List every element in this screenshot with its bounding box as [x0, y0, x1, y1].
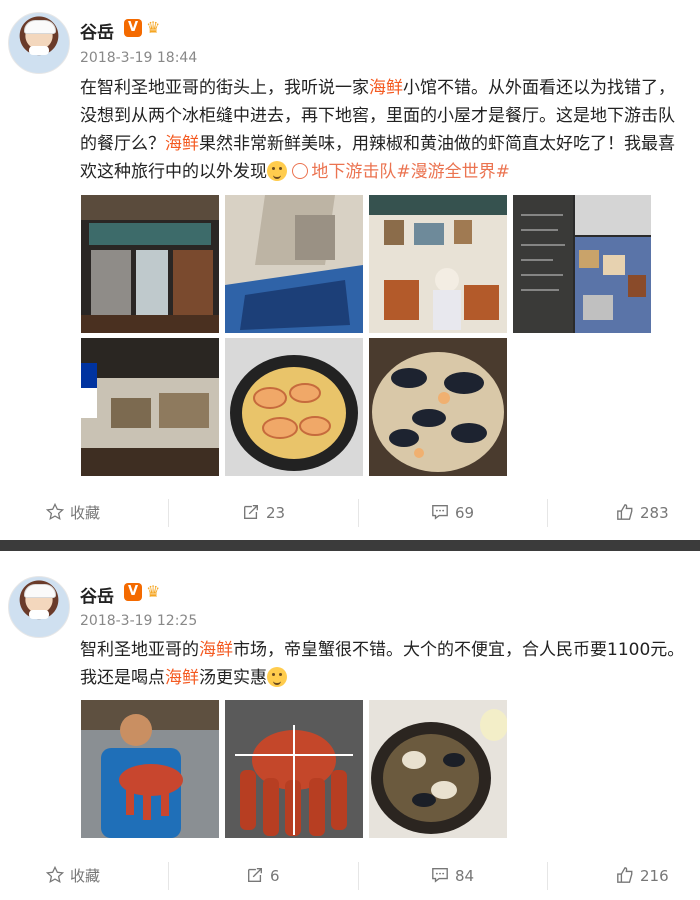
photo-bar-flag[interactable] [81, 338, 219, 476]
highlight-keyword[interactable]: 海鲜 [165, 134, 199, 154]
crown-icon: ♛ [146, 18, 161, 37]
like-button[interactable]: 216 [616, 852, 669, 900]
highlight-keyword[interactable]: 海鲜 [165, 668, 199, 688]
photo-restaurant-front[interactable] [81, 195, 219, 333]
like-count: 216 [640, 867, 669, 885]
repost-button[interactable]: 23 [242, 489, 285, 537]
avatar[interactable] [8, 12, 70, 74]
post-time[interactable]: 2018-3-19 12:25 [80, 613, 197, 629]
text-part: 汤更实惠 [199, 668, 267, 688]
post-actions: 收藏 6 84 216 [0, 852, 700, 900]
like-button[interactable]: 283 [616, 489, 669, 537]
topic-text: 地下游击队#漫游全世界# [311, 162, 510, 182]
post-text: 在智利圣地亚哥的街头上，我听说一家海鲜小馆不错。从外面看还以为找错了，没想到从两… [80, 74, 690, 186]
photo-king-crab[interactable] [225, 700, 363, 838]
thumbs-up-icon [617, 867, 633, 883]
photo-man-holding-crab[interactable] [81, 700, 219, 838]
comment-count: 84 [455, 867, 475, 885]
highlight-keyword[interactable]: 海鲜 [369, 78, 403, 98]
photo-cellar-stairs[interactable] [225, 195, 363, 333]
photo-seafood-soup[interactable] [369, 700, 507, 838]
text-part: 智利圣地亚哥的 [80, 640, 199, 660]
laugh-emoji-icon [267, 667, 287, 687]
post-time[interactable]: 2018-3-19 18:44 [80, 50, 197, 66]
post-actions: 收藏 23 69 283 [0, 489, 700, 537]
star-icon [46, 866, 64, 883]
star-icon [46, 503, 64, 520]
comment-count: 69 [455, 504, 475, 522]
repost-icon [248, 868, 262, 882]
topic-link[interactable]: 地下游击队#漫游全世界# [292, 162, 510, 182]
thumbs-up-icon [617, 504, 633, 520]
post-text: 智利圣地亚哥的海鲜市场，帝皇蟹很不错。大个的不便宜，合人民币要1100元。我还是… [80, 636, 690, 692]
photo-dining-room[interactable] [369, 195, 507, 333]
text-part: 在智利圣地亚哥的街头上，我听说一家 [80, 78, 369, 98]
comment-button[interactable]: 84 [431, 852, 474, 900]
photo-garlic-shrimp[interactable] [225, 338, 363, 476]
author-name[interactable]: 谷岳 [80, 18, 114, 43]
fav-label: 收藏 [70, 504, 101, 522]
post-separator [0, 540, 700, 551]
fav-button[interactable]: 收藏 [46, 852, 100, 900]
repost-button[interactable]: 6 [246, 852, 280, 900]
crown-icon: ♛ [146, 582, 161, 601]
repost-count: 23 [266, 504, 286, 522]
author-name[interactable]: 谷岳 [80, 582, 114, 607]
comment-icon [432, 868, 448, 883]
photo-mussel-soup[interactable] [369, 338, 507, 476]
avatar[interactable] [8, 576, 70, 638]
topic-icon [292, 163, 309, 179]
fav-button[interactable]: 收藏 [46, 489, 100, 537]
comment-button[interactable]: 69 [431, 489, 474, 537]
fav-label: 收藏 [70, 867, 101, 885]
tongue-emoji-icon [267, 161, 287, 181]
like-count: 283 [640, 504, 669, 522]
comment-icon [432, 505, 448, 520]
verified-badge-icon: V [124, 583, 142, 601]
repost-count: 6 [270, 867, 280, 885]
repost-icon [244, 505, 258, 519]
highlight-keyword[interactable]: 海鲜 [199, 640, 233, 660]
photo-chalkboard-menu[interactable] [513, 195, 651, 333]
verified-badge-icon: V [124, 19, 142, 37]
